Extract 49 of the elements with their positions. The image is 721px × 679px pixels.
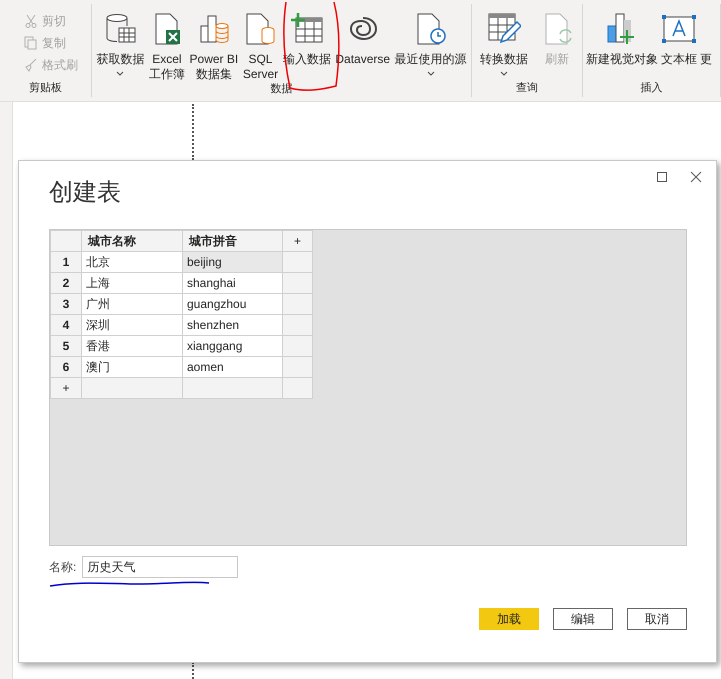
add-column-button[interactable]: + <box>282 230 312 252</box>
ribbon-button[interactable]: 文本框 <box>661 4 697 67</box>
table-cell[interactable]: 广州 <box>82 294 182 314</box>
name-field[interactable]: 历史天气 <box>82 556 238 578</box>
row-number: 6 <box>50 356 82 378</box>
add-row-button[interactable]: + <box>50 378 82 398</box>
dialog-title: 创建表 <box>49 178 122 208</box>
chevron-down-icon <box>500 71 508 76</box>
group-label: 查询 <box>515 81 539 96</box>
dialog-button[interactable]: 加载 <box>479 608 539 630</box>
column-header[interactable]: 城市名称 <box>82 230 182 252</box>
name-label: 名称: <box>49 559 76 576</box>
row-number: 4 <box>50 314 82 336</box>
row-number: 2 <box>50 272 82 294</box>
ribbon-button[interactable]: Power BI 数据集 <box>190 4 238 82</box>
ribbon-button[interactable]: 最近使用的源 <box>394 4 467 76</box>
table-cell[interactable]: xianggang <box>182 336 282 356</box>
table-cell[interactable]: beijing <box>182 252 282 272</box>
dialog-button[interactable]: 编辑 <box>553 608 613 630</box>
text-box-icon <box>662 12 696 46</box>
ribbon-button[interactable]: Excel 工作簿 <box>148 4 185 82</box>
table-cell[interactable]: 深圳 <box>82 314 182 336</box>
ribbon-button[interactable]: 更 <box>700 4 712 67</box>
row-number: 3 <box>50 294 82 314</box>
copy-icon <box>24 36 38 50</box>
table-cell[interactable]: 上海 <box>82 272 182 294</box>
ribbon-button[interactable]: SQL Server <box>242 4 278 82</box>
table-cell[interactable]: 香港 <box>82 336 182 356</box>
ribbon-button[interactable]: 新建视觉对象 <box>586 4 658 67</box>
table-cell[interactable]: aomen <box>182 356 282 378</box>
chevron-down-icon <box>116 71 124 76</box>
close-icon <box>690 171 702 183</box>
table-cell[interactable]: guangzhou <box>182 294 282 314</box>
ribbon-button[interactable]: 获取数据 <box>96 4 144 76</box>
ribbon-button[interactable]: 转换数据 <box>480 4 528 76</box>
group-label: 剪贴板 <box>28 81 63 96</box>
table-cell[interactable]: shanghai <box>182 272 282 294</box>
group-label: 插入 <box>640 81 664 96</box>
brush-icon <box>24 58 38 72</box>
row-number: 1 <box>50 252 82 272</box>
row-number: 5 <box>50 336 82 356</box>
column-header[interactable]: 城市拼音 <box>182 230 282 252</box>
table-cell[interactable]: 澳门 <box>82 356 182 378</box>
dialog-button[interactable]: 取消 <box>627 608 687 630</box>
table-edit-icon <box>487 12 521 46</box>
table-cell[interactable]: shenzhen <box>182 314 282 336</box>
table-cell[interactable]: 北京 <box>82 252 182 272</box>
scissors-icon <box>24 14 38 28</box>
chevron-down-icon <box>426 71 435 76</box>
